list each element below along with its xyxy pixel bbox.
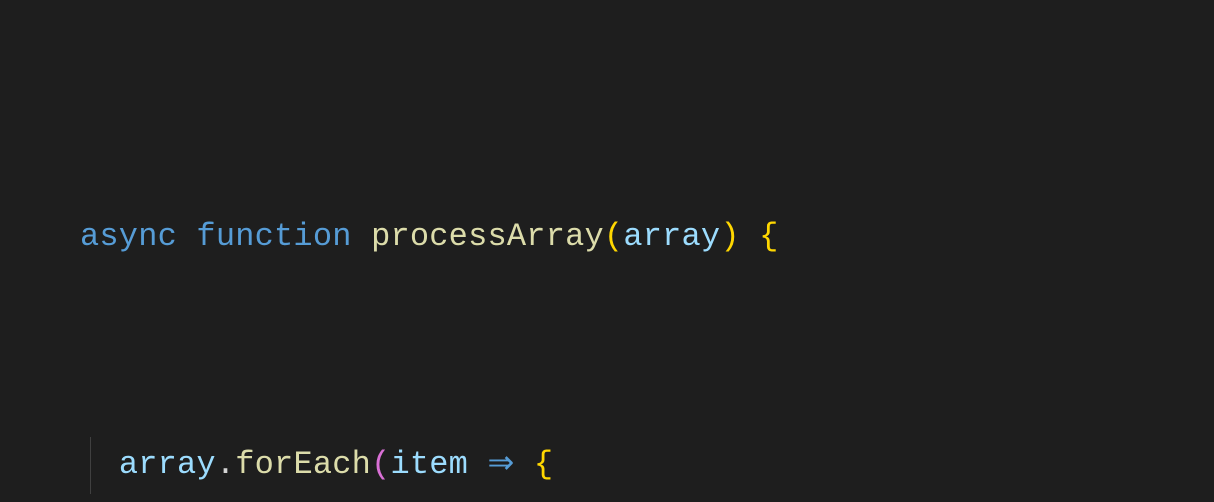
keyword-function: function: [196, 218, 351, 255]
identifier: array: [119, 446, 216, 483]
function-name: processArray: [371, 218, 604, 255]
close-paren: ): [720, 218, 739, 255]
code-editor[interactable]: async function processArray(array) { arr…: [0, 0, 1214, 502]
code-line: array.forEach(item ⇒ {: [80, 437, 1214, 494]
open-brace: {: [534, 446, 553, 483]
arrow: ⇒: [488, 446, 515, 483]
method-name: forEach: [235, 446, 371, 483]
dot: .: [216, 446, 235, 483]
code-line: async function processArray(array) {: [80, 209, 1214, 266]
open-brace: {: [759, 218, 778, 255]
open-paren: (: [604, 218, 623, 255]
callback-param: item: [390, 446, 468, 483]
open-paren: (: [371, 446, 390, 483]
keyword-async: async: [80, 218, 177, 255]
parameter: array: [623, 218, 720, 255]
